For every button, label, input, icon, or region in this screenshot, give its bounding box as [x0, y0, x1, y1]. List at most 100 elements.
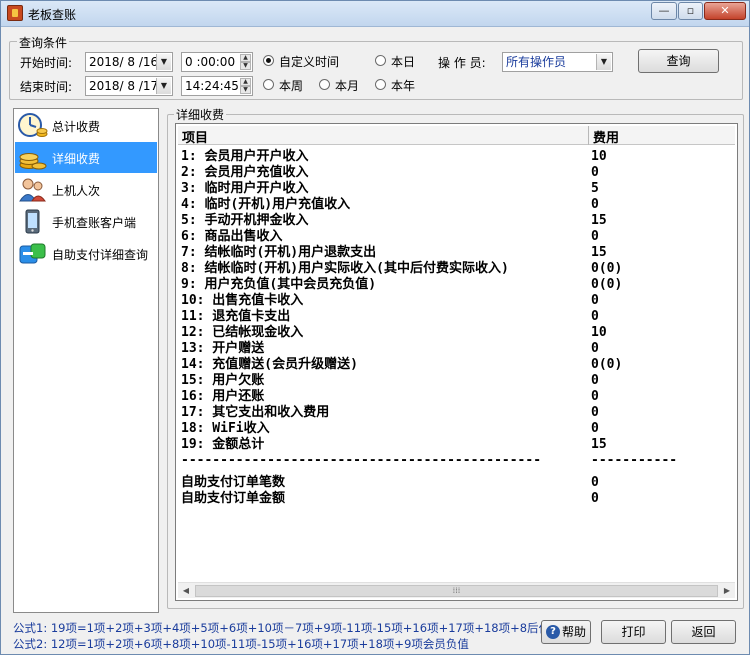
- sidebar-nav: 总计收费 详细收费 上机人次 手机查账客户端 自助支付详细查询: [13, 108, 159, 613]
- table-row[interactable]: 7: 结帐临时(开机)用户退款支出 15: [181, 245, 607, 261]
- sidebar-item-total-fees[interactable]: 总计收费: [15, 110, 157, 141]
- row-item-cell: 4: 临时(开机)用户充值收入: [181, 197, 351, 212]
- start-time-label: 开始时间:: [20, 56, 73, 70]
- row-item-cell: 14: 充值赠送(会员升级赠送): [181, 357, 358, 372]
- horizontal-scrollbar[interactable]: ◀ ⁞⁞⁞ ▶: [178, 582, 735, 598]
- spin-up-icon[interactable]: ▲: [240, 54, 251, 62]
- row-item-cell: 1: 会员用户开户收入: [181, 149, 309, 164]
- table-row[interactable]: 8: 结帐临时(开机)用户实际收入(其中后付费实际收入) 0(0): [181, 261, 622, 277]
- chevron-down-icon[interactable]: ▼: [156, 78, 171, 94]
- table-row[interactable]: 自助支付订单笔数 0: [181, 475, 599, 491]
- table-row[interactable]: 5: 手动开机押金收入 15: [181, 213, 607, 229]
- row-item-cell: 17: 其它支出和收入费用: [181, 405, 330, 420]
- table-row[interactable]: ----------------------------------------…: [181, 453, 677, 469]
- row-item-cell: 5: 手动开机押金收入: [181, 213, 309, 228]
- help-icon: ?: [546, 625, 560, 639]
- table-row[interactable]: 6: 商品出售收入 0: [181, 229, 599, 245]
- table-row[interactable]: 4: 临时(开机)用户充值收入 0: [181, 197, 599, 213]
- radio-this-year-label[interactable]: 本年: [391, 77, 415, 94]
- row-fee-cell: 0: [591, 341, 599, 356]
- start-time-spinner[interactable]: 0 :00:00 ▲ ▼: [181, 52, 253, 72]
- radio-this-month-label[interactable]: 本月: [335, 77, 359, 94]
- radio-this-year[interactable]: [375, 79, 386, 90]
- table-row[interactable]: 2: 会员用户充值收入 0: [181, 165, 599, 181]
- spin-up-icon[interactable]: ▲: [240, 78, 251, 86]
- row-item-cell: 13: 开户赠送: [181, 341, 265, 356]
- radio-custom-time[interactable]: [263, 55, 274, 66]
- row-fee-cell: 15: [591, 245, 607, 260]
- radio-today-label[interactable]: 本日: [391, 53, 415, 70]
- sidebar-item-label: 手机查账客户端: [52, 216, 137, 230]
- sidebar-item-label: 自助支付详细查询: [52, 248, 149, 262]
- row-item-cell: 16: 用户还账: [181, 389, 265, 404]
- row-fee-cell: 0: [591, 293, 599, 308]
- radio-this-month[interactable]: [319, 79, 330, 90]
- close-button[interactable]: ✕: [704, 2, 746, 20]
- start-date-picker[interactable]: 2018/ 8 /16 ▼: [85, 52, 173, 72]
- list-header: 项目 费用: [178, 126, 735, 146]
- query-button[interactable]: 查询: [638, 49, 719, 73]
- table-row[interactable]: 13: 开户赠送 0: [181, 341, 599, 357]
- row-item-cell: 9: 用户充负值(其中会员充负值): [181, 277, 377, 292]
- back-button[interactable]: 返回: [671, 620, 736, 644]
- table-row[interactable]: 9: 用户充负值(其中会员充负值) 0(0): [181, 277, 622, 293]
- chevron-down-icon[interactable]: ▼: [596, 54, 611, 70]
- table-row[interactable]: 10: 出售充值卡收入 0: [181, 293, 599, 309]
- row-fee-cell: 0: [591, 389, 599, 404]
- end-date-value: 2018/ 8 /17: [89, 79, 159, 93]
- app-window: 老板查账 — ▫ ✕ 查询条件 开始时间: 2018/ 8 /16 ▼ 0 :0…: [0, 0, 750, 655]
- row-fee-cell: 0: [591, 475, 599, 490]
- column-header-fee[interactable]: 费用: [593, 127, 619, 146]
- radio-this-week[interactable]: [263, 79, 274, 90]
- end-time-spinner[interactable]: 14:24:45 ▲ ▼: [181, 76, 253, 96]
- minimize-button[interactable]: —: [651, 2, 677, 20]
- detail-list[interactable]: 项目 费用 1: 会员用户开户收入 10 2: 会员用户充值收入 0 3: 临时用户开户…: [175, 123, 738, 601]
- row-fee-cell: 10: [591, 149, 607, 164]
- row-fee-cell: 0: [591, 491, 599, 506]
- operator-select[interactable]: 所有操作员 ▼: [502, 52, 613, 72]
- row-item-cell: 11: 退充值卡支出: [181, 309, 291, 324]
- chevron-down-icon[interactable]: ▼: [156, 54, 171, 70]
- table-row[interactable]: 15: 用户欠账 0: [181, 373, 599, 389]
- table-row[interactable]: 14: 充值赠送(会员升级赠送) 0(0): [181, 357, 622, 373]
- table-row[interactable]: 17: 其它支出和收入费用 0: [181, 405, 599, 421]
- operator-label: 操 作 员:: [438, 56, 486, 70]
- radio-today[interactable]: [375, 55, 386, 66]
- radio-this-week-label[interactable]: 本周: [279, 77, 303, 94]
- row-fee-cell: 0(0): [591, 357, 623, 372]
- sidebar-item-self-pay-query[interactable]: 自助支付详细查询: [15, 238, 157, 269]
- row-fee-cell: 5: [591, 181, 599, 196]
- sidebar-item-usage-count[interactable]: 上机人次: [15, 174, 157, 205]
- row-item-cell: 10: 出售充值卡收入: [181, 293, 304, 308]
- spin-down-icon[interactable]: ▼: [240, 86, 251, 94]
- scroll-left-icon[interactable]: ◀: [178, 583, 194, 599]
- users-icon: [19, 178, 46, 202]
- help-button[interactable]: ? 帮助: [541, 620, 591, 644]
- sidebar-item-label: 上机人次: [52, 184, 101, 198]
- help-button-label: 帮助: [562, 625, 587, 639]
- table-row[interactable]: 3: 临时用户开户收入 5: [181, 181, 599, 197]
- table-row[interactable]: 19: 金额总计 15: [181, 437, 607, 453]
- table-row[interactable]: 16: 用户还账 0: [181, 389, 599, 405]
- end-date-picker[interactable]: 2018/ 8 /17 ▼: [85, 76, 173, 96]
- title-bar[interactable]: 老板查账 — ▫ ✕: [1, 1, 749, 27]
- table-row[interactable]: 1: 会员用户开户收入 10: [181, 149, 607, 165]
- table-row[interactable]: 自助支付订单金额 0: [181, 491, 599, 507]
- scrollbar-thumb[interactable]: ⁞⁞⁞: [195, 585, 718, 597]
- spin-down-icon[interactable]: ▼: [240, 62, 251, 70]
- table-row[interactable]: 12: 已结帐现金收入 10: [181, 325, 607, 341]
- scroll-right-icon[interactable]: ▶: [719, 583, 735, 599]
- print-button[interactable]: 打印: [601, 620, 666, 644]
- column-header-item[interactable]: 项目: [182, 127, 208, 146]
- sidebar-item-detail-fees[interactable]: 详细收费: [15, 142, 157, 173]
- start-time-value: 0 :00:00: [185, 55, 236, 69]
- formula-1-text: 公式1: 19项=1项+2项+3项+4项+5项+6项+10项－7项+9项-11项…: [13, 621, 585, 635]
- window-title: 老板查账: [28, 8, 77, 22]
- table-row[interactable]: 11: 退充值卡支出 0: [181, 309, 599, 325]
- sidebar-item-mobile-client[interactable]: 手机查账客户端: [15, 206, 157, 237]
- phone-icon: [25, 209, 40, 234]
- table-row[interactable]: 18: WiFi收入 0: [181, 421, 599, 437]
- column-divider[interactable]: [588, 126, 589, 145]
- maximize-button[interactable]: ▫: [678, 2, 703, 20]
- radio-custom-time-label[interactable]: 自定义时间: [279, 53, 339, 70]
